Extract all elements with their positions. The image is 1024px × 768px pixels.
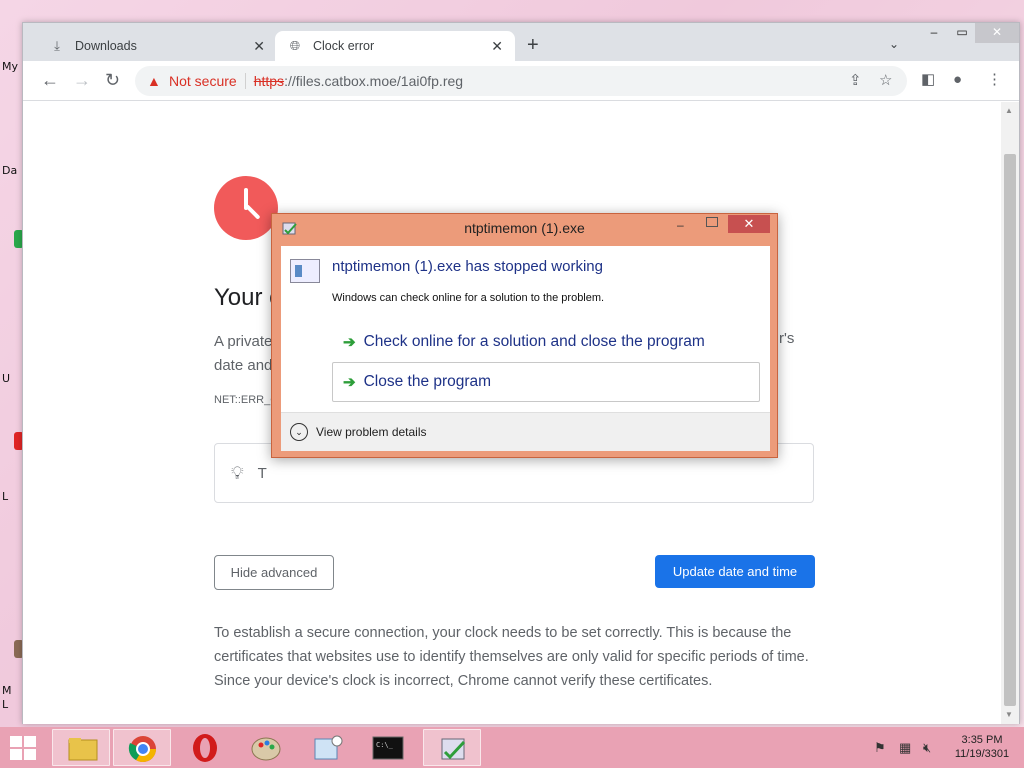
view-details-link[interactable]: View problem details <box>316 425 427 439</box>
error-app-taskbar-button[interactable] <box>423 729 481 766</box>
dialog-body: ntptimemon (1).exe has stopped working W… <box>281 246 770 451</box>
error-code: NET::ERR_C <box>214 394 279 406</box>
windows-logo-icon <box>10 749 22 760</box>
warning-triangle-icon[interactable]: ▲ <box>147 74 161 88</box>
download-icon: ⤓ <box>54 38 60 53</box>
page-scrollbar[interactable]: ▲ ▼ <box>1001 102 1019 724</box>
paint-taskbar-button[interactable] <box>237 729 295 766</box>
start-button[interactable] <box>10 736 38 760</box>
close-icon[interactable]: ✕ <box>253 38 265 55</box>
desktop-icon-label[interactable]: L <box>2 698 8 711</box>
reload-icon[interactable]: ↻ <box>105 71 120 89</box>
tab-strip: ⤓ Downloads ✕ 🌐︎ Clock error ✕ + ⌄ – ▭ ✕ <box>23 23 1019 61</box>
scroll-up-icon[interactable]: ▲ <box>1005 106 1013 115</box>
divider <box>244 73 246 89</box>
scroll-thumb[interactable] <box>1004 154 1016 706</box>
side-panel-icon[interactable]: ◧ <box>921 71 935 89</box>
update-date-time-button[interactable]: Update date and time <box>655 555 815 588</box>
url-text: ://files.catbox.moe/1ai0fp.reg <box>284 73 464 89</box>
forward-arrow-icon[interactable]: → <box>73 71 91 89</box>
tip-text: T <box>257 464 267 482</box>
desktop-icon-label[interactable]: L <box>2 490 8 503</box>
tab-clock-error[interactable]: 🌐︎ Clock error ✕ <box>275 31 515 61</box>
control-panel-taskbar-button[interactable] <box>298 729 356 766</box>
browser-toolbar: ← → ↻ ▲ Not secure https ://files.catbox… <box>23 61 1019 101</box>
dialog-subtext: Windows can check online for a solution … <box>332 292 605 304</box>
clock-date: 11/19/3301 <box>954 748 1010 760</box>
menu-kebab-icon[interactable]: ⋮ <box>987 71 1002 89</box>
url-scheme: https <box>253 73 285 89</box>
file-explorer-taskbar-button[interactable] <box>52 729 110 766</box>
desktop-icon-label[interactable]: U <box>2 372 10 385</box>
tab-search-chevron-icon[interactable]: ⌄ <box>889 37 899 51</box>
address-bar[interactable]: ▲ Not secure https ://files.catbox.moe/1… <box>135 66 907 96</box>
globe-icon: 🌐︎ <box>289 38 301 53</box>
close-program-option[interactable]: ➔ Close the program <box>332 362 760 402</box>
volume-muted-icon[interactable]: 🔇︎ <box>923 740 931 756</box>
tab-label: Downloads <box>75 39 137 53</box>
dialog-minimize-button[interactable]: – <box>677 218 684 232</box>
body-tail-text: r's <box>779 330 795 347</box>
chevron-down-icon[interactable]: ⌄ <box>290 423 308 441</box>
security-status[interactable]: Not secure <box>169 73 237 89</box>
svg-text:C:\_: C:\_ <box>376 741 394 749</box>
desktop-icon-label[interactable]: Da <box>2 164 17 177</box>
dialog-maximize-button[interactable] <box>706 217 718 227</box>
tab-downloads[interactable]: ⤓ Downloads ✕ <box>37 31 277 61</box>
dialog-close-button[interactable]: ✕ <box>728 215 770 233</box>
scroll-down-icon[interactable]: ▼ <box>1005 710 1013 719</box>
close-icon[interactable]: ✕ <box>491 38 503 55</box>
opera-taskbar-button[interactable] <box>176 729 234 766</box>
network-icon[interactable]: ▦ <box>899 740 911 756</box>
check-online-option[interactable]: ➔ Check online for a solution and close … <box>332 322 760 362</box>
profile-avatar-icon[interactable]: ● <box>953 71 962 89</box>
chrome-taskbar-button[interactable] <box>113 729 171 766</box>
tab-label: Clock error <box>313 39 375 53</box>
lightbulb-icon: 💡︎ <box>231 462 244 483</box>
desktop-icon-label[interactable]: My <box>2 60 18 73</box>
taskbar: C:\_ ⚑ ▦ 🔇︎ 3:35 PM 11/19/3301 <box>0 727 1024 768</box>
clock-icon <box>214 176 278 240</box>
dialog-title: ntptimemon (1).exe <box>464 220 585 236</box>
maximize-button[interactable]: ▭ <box>947 23 977 43</box>
close-window-button[interactable]: ✕ <box>975 23 1019 43</box>
windows-logo-icon <box>10 736 22 747</box>
new-tab-button[interactable]: + <box>527 35 539 55</box>
windows-logo-icon <box>24 736 36 747</box>
program-window-icon <box>290 259 320 283</box>
green-arrow-icon: ➔ <box>343 334 356 351</box>
clock-time: 3:35 PM <box>961 734 1003 746</box>
bookmark-star-icon[interactable]: ☆ <box>879 72 892 90</box>
desktop-icon-label[interactable]: M <box>2 684 12 697</box>
error-dialog: ntptimemon (1).exe – ✕ ntptimemon (1).ex… <box>271 213 778 458</box>
explanation-text: To establish a secure connection, your c… <box>214 625 809 689</box>
dialog-heading: ntptimemon (1).exe has stopped working <box>332 258 603 275</box>
minimize-button[interactable]: – <box>919 23 949 43</box>
command-prompt-taskbar-button[interactable]: C:\_ <box>359 729 417 766</box>
back-arrow-icon[interactable]: ← <box>41 71 59 89</box>
green-arrow-icon: ➔ <box>343 374 356 391</box>
hide-advanced-button[interactable]: Hide advanced <box>214 555 334 590</box>
system-clock[interactable]: 3:35 PM 11/19/3301 <box>952 733 1012 761</box>
windows-logo-icon <box>24 749 36 760</box>
dialog-footer: ⌄ View problem details <box>281 412 770 451</box>
share-icon[interactable]: ⇪ <box>849 72 862 90</box>
option-label: Close the program <box>363 373 492 390</box>
flag-alert-icon[interactable]: ⚑ <box>874 740 886 756</box>
option-label: Check online for a solution and close th… <box>363 333 705 350</box>
